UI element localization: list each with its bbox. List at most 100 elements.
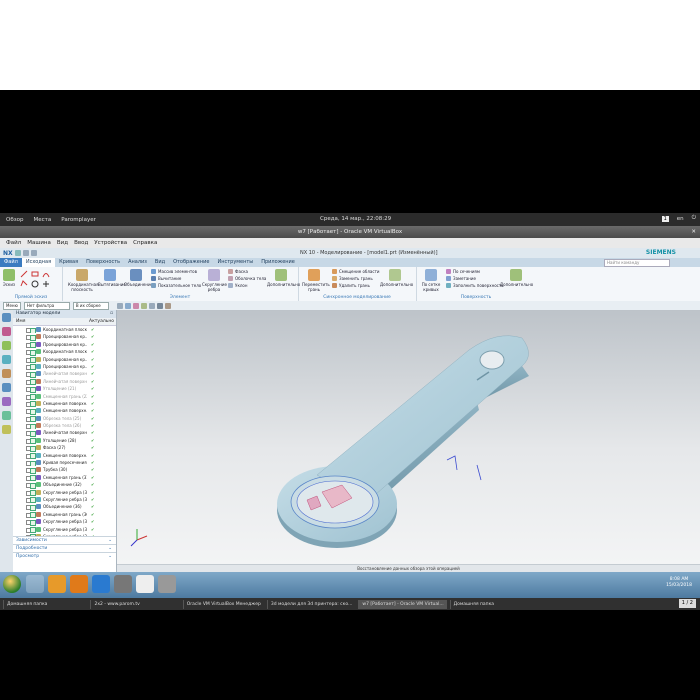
navigator-row[interactable]: Утолщение (21) ✔ [13, 385, 116, 393]
shell-button[interactable]: Оболочка тела [228, 276, 266, 281]
sync-more-button[interactable]: Дополнительно [380, 269, 413, 287]
panel-details[interactable]: Подробности ⌄ [13, 544, 116, 552]
workspace-indicator[interactable]: 1 [661, 215, 669, 222]
host-task-1[interactable]: 2x2 - www.parom.tv [90, 599, 142, 609]
column-status[interactable]: Актуально [89, 318, 114, 325]
tab-home[interactable]: Исходная [21, 258, 56, 267]
explorer-icon[interactable] [26, 575, 44, 593]
tab-tools[interactable]: Инструменты [213, 258, 257, 267]
redo-icon[interactable] [30, 250, 37, 256]
delete-face-button[interactable]: Удалить грань [332, 283, 370, 288]
navigator-row[interactable]: Координатная плоск... ✔ [13, 348, 116, 356]
assembly-navigator-icon[interactable] [2, 327, 11, 336]
vm-menu-file[interactable]: Файл [6, 240, 21, 246]
vm-menu-view[interactable]: Вид [57, 240, 68, 246]
c-app-icon[interactable] [92, 575, 110, 593]
navigator-row[interactable]: Обрезка тела (25) ✔ [13, 415, 116, 423]
undo-icon[interactable] [22, 250, 29, 256]
navigator-row[interactable]: Смещенная поверхн... ✔ [13, 400, 116, 408]
snap-point-icon[interactable] [124, 302, 131, 309]
tab-analysis[interactable]: Анализ [124, 258, 151, 267]
places-menu[interactable]: Места [34, 217, 52, 223]
navigator-row[interactable]: Скругление ребра (34) ✔ [13, 496, 116, 504]
navigator-row[interactable]: Смещенная поверхн... ✔ [13, 452, 116, 460]
panel-preview[interactable]: Просмотр ⌄ [13, 552, 116, 560]
line-icon[interactable] [20, 270, 28, 280]
move-face-button[interactable]: Переместить грань [302, 269, 330, 292]
part-body[interactable] [277, 335, 529, 548]
navigator-row[interactable]: Утолщение (28) ✔ [13, 437, 116, 445]
navigator-row[interactable]: Скругление ребра (33) ✔ [13, 489, 116, 496]
replace-face-button[interactable]: Заменить грань [332, 276, 373, 281]
navigator-row[interactable]: Скругление ребра (38) ✔ [13, 526, 116, 533]
roles-icon[interactable] [2, 397, 11, 406]
chamfer-button[interactable]: Фаска [228, 269, 248, 274]
circle-icon[interactable] [31, 280, 39, 290]
navigator-row[interactable]: Смещенная поверхн... ✔ [13, 407, 116, 415]
navigator-row[interactable]: Фаска (27) ✔ [13, 444, 116, 452]
process-studio-icon[interactable] [2, 425, 11, 434]
swept-button[interactable]: Заметание [446, 276, 476, 281]
rectangle-icon[interactable] [31, 270, 39, 280]
navigator-row[interactable]: Смещенная грань (36) ✔ [13, 511, 116, 519]
arc-icon[interactable] [42, 270, 50, 280]
feature-more-button[interactable]: Дополнительно [267, 269, 300, 287]
navigator-row[interactable]: Смещенная грань (31) ✔ [13, 474, 116, 482]
unite-button[interactable]: Объединение [124, 269, 153, 287]
view-orient-icon[interactable] [156, 302, 163, 309]
vm-menu-input[interactable]: Ввод [74, 240, 88, 246]
snap-center-icon[interactable] [148, 302, 155, 309]
tab-surface[interactable]: Поверхность [82, 258, 124, 267]
host-task-0[interactable]: Домашняя папка [3, 599, 50, 609]
draft-button[interactable]: Уклон [228, 283, 247, 288]
command-search-input[interactable]: Найти команду [604, 259, 670, 267]
vm-menu-devices[interactable]: Устройства [94, 240, 127, 246]
navigator-row[interactable]: Проецированная кр... ✔ [13, 363, 116, 371]
navigator-row[interactable]: Скругление ребра (37) ✔ [13, 518, 116, 526]
vm-menu-machine[interactable]: Машина [27, 240, 51, 246]
selection-filter-select[interactable]: Нет фильтра выбора [23, 301, 70, 314]
part-navigator-icon[interactable] [2, 313, 11, 322]
settings-app-icon[interactable] [158, 575, 176, 593]
vm-menu-help[interactable]: Справка [133, 240, 157, 246]
keyboard-layout[interactable]: en [677, 216, 684, 222]
save-icon[interactable] [14, 250, 21, 256]
selection-scope-select[interactable]: В их сборке [72, 301, 109, 310]
host-clock[interactable]: Среда, 14 мар., 22:08:29 [320, 216, 391, 222]
tab-render[interactable]: Отображение [169, 258, 213, 267]
navigator-row[interactable]: Линейчатая поверхн... ✔ [13, 378, 116, 386]
start-button[interactable] [3, 575, 21, 593]
sketch-button[interactable]: Эскиз [2, 269, 16, 287]
web-browser-icon[interactable] [2, 383, 11, 392]
navigator-row[interactable]: Проецированная кр... ✔ [13, 333, 116, 341]
firefox-icon[interactable] [70, 575, 88, 593]
menu-button[interactable]: Меню [3, 301, 21, 310]
constraint-navigator-icon[interactable] [2, 341, 11, 350]
fill-surface-button[interactable]: Заполнить поверхность [446, 283, 504, 288]
column-name[interactable]: Имя [16, 318, 25, 325]
host-task-3[interactable]: 3d модели для 3d принтера: ско... [266, 599, 356, 609]
point-icon[interactable] [42, 280, 50, 290]
datum-plane-button[interactable]: Координатная плоскость [68, 269, 99, 292]
tab-file[interactable]: Файл [0, 258, 22, 267]
navigator-row[interactable]: Смещенная грань (22) ✔ [13, 393, 116, 400]
through-curve-mesh-button[interactable]: По сетке кривых [420, 269, 442, 292]
render-style-icon[interactable] [164, 302, 171, 309]
workspace-pager[interactable]: 1 / 2 [678, 599, 696, 608]
navigator-row[interactable]: Линейчатая поверхн... ✔ [13, 429, 116, 437]
model-3d-view[interactable] [117, 310, 700, 564]
host-task-5[interactable]: Домашняя папка [449, 599, 497, 609]
surface-more-button[interactable]: Дополнительно [500, 269, 533, 287]
vm-clock[interactable]: 8:08 AM 15/03/2018 [666, 577, 692, 589]
tab-application[interactable]: Приложение [257, 258, 299, 267]
snap-end-icon[interactable] [132, 302, 139, 309]
tab-view[interactable]: Вид [151, 258, 169, 267]
navigator-row[interactable]: Линейчатая поверхн... ✔ [13, 370, 116, 378]
polyline-icon[interactable] [20, 280, 28, 290]
overview-button[interactable]: Обзор [6, 217, 24, 223]
edge-blend-button[interactable]: Скругление ребра [202, 269, 227, 292]
history-icon[interactable] [2, 369, 11, 378]
app-menu[interactable]: Paromplayer [61, 217, 96, 223]
reuse-library-icon[interactable] [2, 355, 11, 364]
navigator-row[interactable]: Проецированная кр... ✔ [13, 356, 116, 363]
